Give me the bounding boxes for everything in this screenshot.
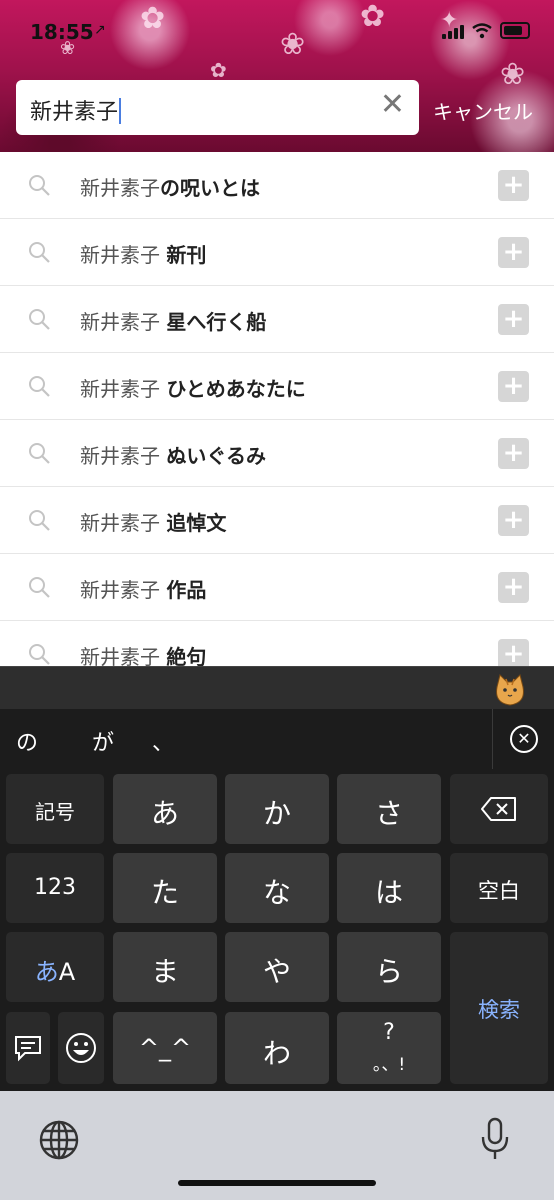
kana-key-ma[interactable]: ま [113,932,217,1002]
microphone-icon[interactable] [480,1117,510,1161]
suggestion-prefix: 新井素子 [80,377,167,401]
cancel-button[interactable]: キャンセル [433,96,533,125]
add-to-query-button[interactable]: + [498,438,529,469]
suggestion-text: 新井素子 ひとめあなたに [80,373,306,402]
search-key[interactable]: 検索 [450,932,548,1084]
candidate-bar: の が 、 ✕ [0,709,554,769]
add-to-query-button[interactable]: + [498,237,529,268]
input-mode-key[interactable]: あA [6,932,104,1002]
search-icon [29,577,50,598]
kana-key-na[interactable]: な [225,853,329,923]
battery-icon [500,22,530,39]
space-key[interactable]: 空白 [450,853,548,923]
close-icon: ✕ [510,725,538,753]
suggestion-prefix: 新井素子 [80,578,167,602]
suggestion-suffix: の呪いとは [160,176,260,200]
suggestion-text: 新井素子 星へ行く船 [80,306,266,335]
kana-key-sa[interactable]: さ [337,774,441,844]
kana-key-a[interactable]: あ [113,774,217,844]
status-bar: 18:55 ↗ [30,18,530,48]
suggestion-text: 新井素子の呪いとは [80,172,260,201]
signal-icon [442,23,464,39]
numbers-key[interactable]: 123 [6,853,104,923]
search-icon [29,443,50,464]
cat-mascot-icon[interactable] [492,673,528,707]
kana-key-ra[interactable]: ら [337,932,441,1002]
suggestion-suffix: ぬいぐるみ [166,444,266,468]
search-icon [29,242,50,263]
candidate-item[interactable]: の [16,725,38,757]
suggestion-row[interactable]: 新井素子の呪いとは + [0,152,554,219]
kana-key-ha[interactable]: は [337,853,441,923]
status-time: 18:55 [30,20,94,44]
add-to-query-button[interactable]: + [498,371,529,402]
suggestion-prefix: 新井素子 [80,511,167,535]
candidate-item[interactable]: が [92,725,114,757]
suggestion-row[interactable]: 新井素子 新刊 + [0,219,554,286]
suggestion-suffix: 新刊 [166,243,207,267]
suggestion-prefix: 新井素子 [80,310,167,334]
search-icon [29,510,50,531]
symbols-key[interactable]: 記号 [6,774,104,844]
backspace-icon [481,797,516,821]
blossom-decoration: ✿ [210,58,227,82]
add-to-query-button[interactable]: + [498,170,529,201]
emoji-key[interactable] [58,1012,104,1084]
keyboard-toolbar [0,666,554,710]
suggestion-text: 新井素子 ぬいぐるみ [80,440,266,469]
globe-icon[interactable] [38,1119,80,1161]
suggestion-list: 新井素子の呪いとは + 新井素子 新刊 + 新井素子 星へ行く船 + 新井素子 ひとめあなた… [0,152,554,688]
search-field[interactable]: 新井素子 ✕ [16,80,419,135]
search-icon [29,175,50,196]
face-key[interactable]: ^_^ [113,1012,217,1084]
close-candidates-button[interactable]: ✕ [492,709,554,769]
delete-key[interactable] [450,774,548,844]
kana-key-wa[interactable]: わ [225,1012,329,1084]
suggestion-suffix: 作品 [166,578,207,602]
suggestion-row[interactable]: 新井素子 ひとめあなたに + [0,353,554,420]
add-to-query-button[interactable]: + [498,505,529,536]
home-indicator [178,1180,376,1186]
candidate-item[interactable]: 、 [152,725,174,757]
suggestion-row[interactable]: 新井素子 作品 + [0,554,554,621]
kana-key-ta[interactable]: た [113,853,217,923]
feedback-key[interactable] [6,1012,50,1084]
suggestion-prefix: 新井素子 [80,176,160,200]
suggestion-suffix: ひとめあなたに [166,377,306,401]
emoji-icon [66,1033,96,1063]
add-to-query-button[interactable]: + [498,572,529,603]
search-input[interactable]: 新井素子 [30,94,122,126]
kana-key-ya[interactable]: や [225,932,329,1002]
suggestion-row[interactable]: 新井素子 追悼文 + [0,487,554,554]
suggestion-suffix: 追悼文 [166,511,227,535]
suggestion-suffix: 星へ行く船 [166,310,267,334]
suggestion-row[interactable]: 新井素子 星へ行く船 + [0,286,554,353]
search-icon [29,376,50,397]
add-to-query-button[interactable]: + [498,304,529,335]
search-icon [29,309,50,330]
blossom-decoration: ❀ [500,57,526,92]
keyboard: 記号 123 あA あ か さ た な は ま や ら ^_^ わ ? 。、! … [0,769,554,1091]
text-caret [119,98,122,124]
suggestion-text: 新井素子 新刊 [80,239,206,268]
suggestion-prefix: 新井素子 [80,444,167,468]
location-arrow-icon: ↗ [94,22,106,38]
search-icon [29,644,50,665]
wifi-icon [472,22,492,38]
suggestion-text: 新井素子 追悼文 [80,507,226,536]
header-background: ✿ ❀ ✿ ❀ ✿ ❀ ✦ 18:55 ↗ 新井素子 ✕ キャンセル [0,0,554,152]
punctuation-key[interactable]: ? 。、! [337,1012,441,1084]
kana-key-ka[interactable]: か [225,774,329,844]
clear-icon[interactable]: ✕ [380,90,405,120]
suggestion-row[interactable]: 新井素子 ぬいぐるみ + [0,420,554,487]
suggestion-prefix: 新井素子 [80,243,167,267]
chat-bubble-icon [15,1036,41,1062]
suggestion-text: 新井素子 作品 [80,574,206,603]
